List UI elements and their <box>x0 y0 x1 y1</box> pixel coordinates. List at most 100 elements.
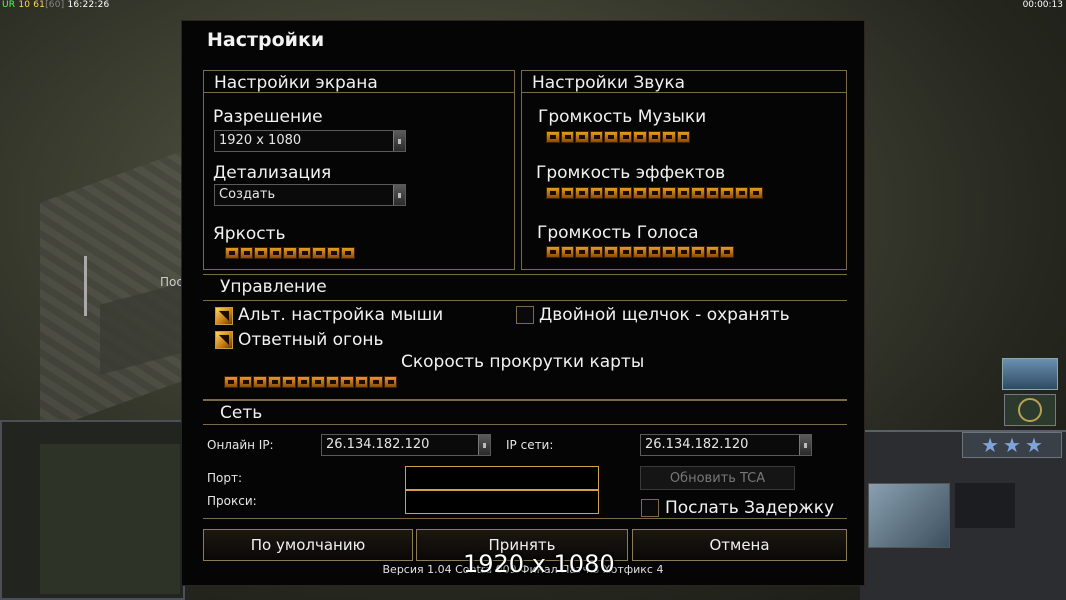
slider-segment <box>633 246 647 258</box>
slider-segment <box>662 131 676 143</box>
minimap-terrain <box>40 444 180 594</box>
voice-volume-slider[interactable] <box>546 246 734 258</box>
voice-volume-label: Громкость Голоса <box>537 223 699 243</box>
slider-segment <box>633 187 647 199</box>
slider-segment <box>326 247 340 259</box>
slider-segment <box>546 187 560 199</box>
slider-segment <box>589 131 603 143</box>
slider-segment <box>225 247 239 259</box>
return-fire-label[interactable]: Ответный огонь <box>238 330 384 350</box>
network-header: Сеть <box>203 401 847 425</box>
slider-segment <box>676 187 690 199</box>
minimap[interactable] <box>0 420 185 600</box>
slider-segment <box>662 246 676 258</box>
double-click-guard-label[interactable]: Двойной щелчок - охранять <box>539 305 790 325</box>
resolution-label: Разрешение <box>213 107 323 127</box>
slider-segment <box>647 131 661 143</box>
star-icon: ★ <box>1003 433 1021 457</box>
port-label: Порт: <box>207 471 243 485</box>
detail-dropdown[interactable]: Создать <box>214 184 406 206</box>
game-clock: 00:00:13 <box>1022 0 1063 10</box>
slider-segment <box>268 247 282 259</box>
scroll-speed-slider[interactable] <box>224 376 397 388</box>
slider-segment <box>691 246 705 258</box>
sound-settings-header: Настройки Звука <box>522 71 846 93</box>
slider-segment <box>354 376 368 388</box>
slider-segment <box>633 131 647 143</box>
online-ip-dropdown[interactable]: 26.134.182.120 <box>321 434 491 456</box>
slider-segment <box>296 376 310 388</box>
slider-segment <box>720 246 734 258</box>
slider-segment <box>647 187 661 199</box>
brightness-slider[interactable] <box>225 247 355 259</box>
slider-segment <box>749 187 763 199</box>
slider-segment <box>224 376 238 388</box>
slider-segment <box>575 131 589 143</box>
slider-segment <box>676 246 690 258</box>
scene-pole <box>84 256 87 316</box>
star-icon: ★ <box>1024 433 1043 457</box>
slider-segment <box>267 376 281 388</box>
controls-header: Управление <box>203 275 847 301</box>
screen-settings-box: Настройки экрана Разрешение 1920 x 1080 … <box>203 70 515 270</box>
controls-box: Управление Альт. настройка мыши Двойной … <box>203 274 847 400</box>
music-volume-slider[interactable] <box>546 131 690 143</box>
slider-segment <box>676 131 690 143</box>
slider-segment <box>705 246 719 258</box>
alt-mouse-label[interactable]: Альт. настройка мыши <box>238 305 443 325</box>
detail-label: Детализация <box>213 163 332 183</box>
slider-segment <box>560 246 574 258</box>
alt-mouse-checkbox[interactable] <box>215 307 233 325</box>
dropdown-arrow-icon[interactable] <box>393 185 405 205</box>
aircraft-icon[interactable] <box>1002 358 1058 390</box>
music-volume-label: Громкость Музыки <box>538 107 707 127</box>
send-delay-checkbox[interactable] <box>641 499 659 517</box>
slider-segment <box>312 247 326 259</box>
rank-stars: ★ ★ ★ <box>962 432 1062 458</box>
slider-segment <box>662 187 676 199</box>
dropdown-arrow-icon[interactable] <box>393 131 405 151</box>
unit-info-panel <box>955 483 1015 528</box>
port-input[interactable] <box>405 466 599 490</box>
slider-segment <box>560 131 574 143</box>
send-delay-label[interactable]: Послать Задержку <box>665 498 834 518</box>
restore-defaults-button[interactable]: По умолчанию <box>203 529 413 561</box>
slider-segment <box>383 376 397 388</box>
slider-segment <box>589 246 603 258</box>
slider-segment <box>575 187 589 199</box>
double-click-guard-checkbox[interactable] <box>516 306 534 324</box>
proxy-input[interactable] <box>405 490 599 514</box>
slider-segment <box>589 187 603 199</box>
slider-segment <box>691 187 705 199</box>
slider-segment <box>283 247 297 259</box>
selected-unit-portrait[interactable] <box>868 483 950 548</box>
cancel-button[interactable]: Отмена <box>632 529 847 561</box>
scroll-speed-label: Скорость прокрутки карты <box>401 352 645 372</box>
slider-segment <box>647 246 661 258</box>
slider-segment <box>734 187 748 199</box>
slider-segment <box>560 187 574 199</box>
return-fire-checkbox[interactable] <box>215 331 233 349</box>
resolution-dropdown[interactable]: 1920 x 1080 <box>214 130 406 152</box>
online-ip-label: Онлайн IP: <box>207 438 274 452</box>
slider-segment <box>341 247 355 259</box>
sound-settings-box: Настройки Звука Громкость Музыки Громкос… <box>521 70 847 270</box>
slider-segment <box>618 187 632 199</box>
network-box: Сеть Онлайн IP: 26.134.182.120 IP сети: … <box>203 400 847 519</box>
net-ip-label: IP сети: <box>506 438 554 452</box>
slider-segment <box>340 376 354 388</box>
slider-segment <box>311 376 325 388</box>
settings-dialog: Настройки Настройки экрана Разрешение 19… <box>181 20 865 586</box>
radar-ring <box>1018 398 1042 422</box>
update-tca-button[interactable]: Обновить TCA <box>640 466 795 490</box>
slider-segment <box>604 246 618 258</box>
slider-segment <box>282 376 296 388</box>
net-ip-dropdown[interactable]: 26.134.182.120 <box>640 434 812 456</box>
dropdown-arrow-icon[interactable] <box>478 435 490 455</box>
slider-segment <box>618 131 632 143</box>
brightness-label: Яркость <box>213 224 286 244</box>
radar-icon[interactable] <box>1004 394 1056 426</box>
dropdown-arrow-icon[interactable] <box>799 435 811 455</box>
effects-volume-slider[interactable] <box>546 187 763 199</box>
resolution-watermark: 1920 x 1080 <box>463 550 615 578</box>
